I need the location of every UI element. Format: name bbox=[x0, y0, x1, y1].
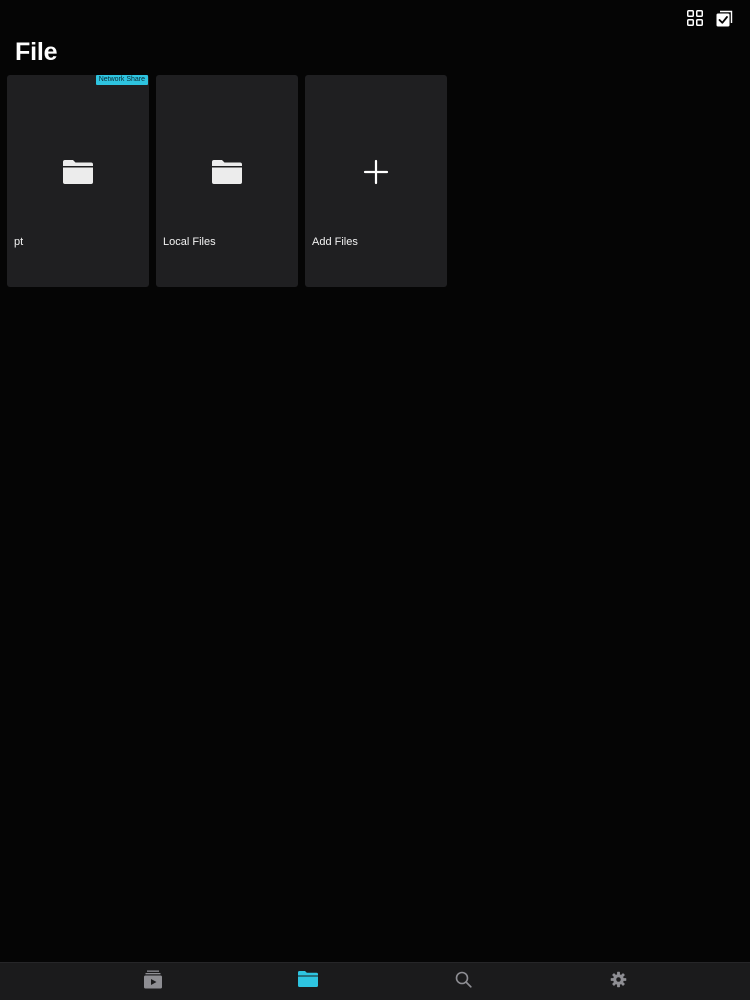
tab-search[interactable] bbox=[433, 963, 493, 1000]
tile-add-files[interactable]: Add Files bbox=[305, 75, 447, 287]
tile-local-files[interactable]: Local Files bbox=[156, 75, 298, 287]
page-title: File bbox=[15, 38, 58, 66]
tile-network-share-pt[interactable]: Network Share pt bbox=[7, 75, 149, 287]
tab-settings[interactable] bbox=[588, 963, 648, 1000]
tab-files[interactable] bbox=[278, 963, 338, 1000]
folder-icon bbox=[211, 158, 243, 186]
source-grid: Network Share pt Local Files Add Files bbox=[7, 75, 447, 287]
tile-label: pt bbox=[14, 236, 24, 248]
folder-icon bbox=[297, 970, 319, 993]
tile-label: Local Files bbox=[163, 236, 216, 248]
media-playlist-icon bbox=[143, 970, 163, 994]
tab-media[interactable] bbox=[123, 963, 183, 1000]
settings-gear-icon bbox=[610, 971, 627, 993]
search-icon bbox=[455, 971, 472, 993]
screen: File Network Share pt Local Files Add Fi… bbox=[0, 0, 750, 1000]
network-share-badge: Network Share bbox=[95, 75, 148, 85]
header-actions bbox=[686, 9, 733, 27]
select-checkbox-icon[interactable] bbox=[715, 9, 733, 27]
tab-bar bbox=[0, 962, 750, 1000]
folder-icon bbox=[62, 158, 94, 186]
grid-view-icon[interactable] bbox=[686, 9, 704, 27]
plus-icon bbox=[360, 158, 392, 186]
tile-label: Add Files bbox=[312, 236, 358, 248]
